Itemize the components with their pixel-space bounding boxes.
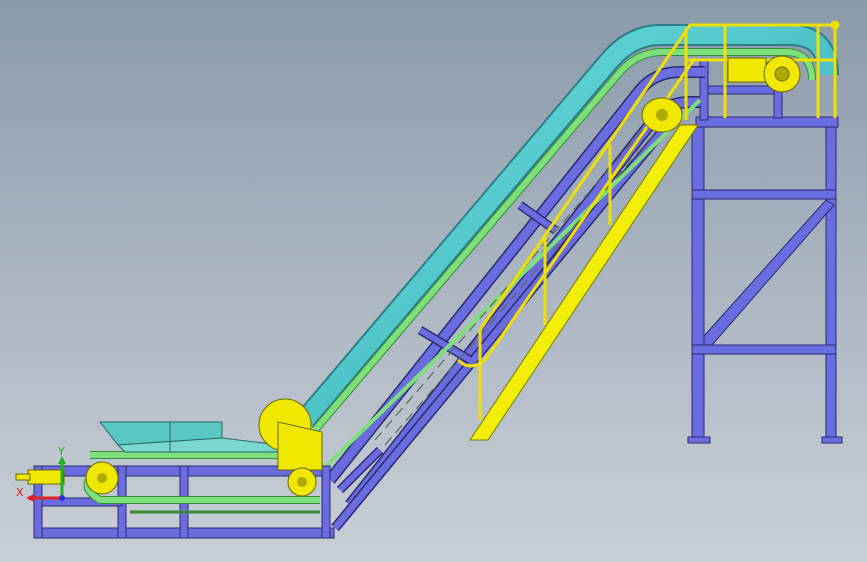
feed-hopper[interactable]: [98, 421, 281, 453]
y-axis-label: Y: [57, 445, 65, 458]
conveyor-model: Y X: [15, 20, 843, 539]
tail-tensioner[interactable]: [15, 469, 65, 485]
x-axis-label: X: [16, 486, 24, 499]
cad-viewport[interactable]: Y X: [0, 0, 867, 562]
inclined-frame[interactable]: [310, 66, 705, 532]
